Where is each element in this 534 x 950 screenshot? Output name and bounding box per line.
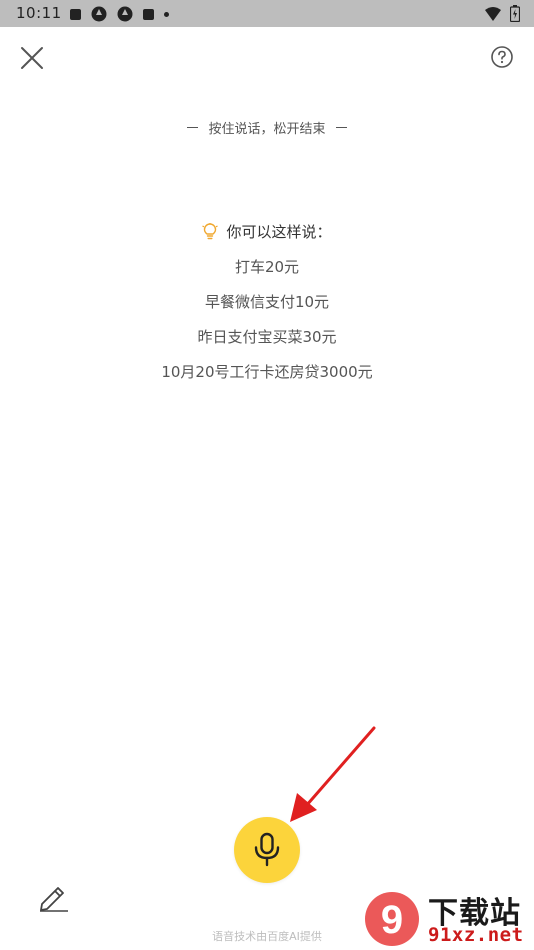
site-watermark: 9 下载站 91xz.net — [364, 888, 534, 950]
voice-record-button[interactable] — [234, 817, 300, 883]
close-button[interactable] — [18, 44, 46, 72]
press-to-talk-hint: 按住说话，松开结束 — [0, 118, 534, 137]
manual-edit-button[interactable] — [38, 880, 70, 912]
notification-square-icon — [143, 8, 154, 20]
status-time: 10:11 — [16, 4, 62, 22]
suggestions-title-text: 你可以这样说： — [226, 223, 332, 241]
suggestion-item: 打车20元 — [234, 258, 300, 276]
suggestion-list: 打车20元 早餐微信支付10元 昨日支付宝买菜30元 10月20号工行卡还房贷3… — [0, 256, 534, 396]
notification-square-icon — [70, 8, 81, 20]
battery-icon — [510, 5, 520, 22]
lightbulb-icon — [202, 222, 219, 239]
shutter-icon — [91, 6, 107, 22]
suggestion-item: 昨日支付宝买菜30元 — [197, 328, 337, 346]
suggestion-item: 早餐微信支付10元 — [204, 293, 330, 311]
hint-text: 按住说话，松开结束 — [208, 122, 326, 137]
help-button[interactable] — [490, 45, 514, 69]
watermark-url: 91xz.net — [428, 924, 524, 946]
more-notifications-dot-icon — [164, 11, 169, 17]
close-icon — [21, 47, 43, 69]
help-question-icon — [491, 46, 513, 68]
hint-dash-right — [335, 126, 347, 129]
microphone-icon — [254, 832, 280, 867]
hint-dash-left — [187, 126, 199, 129]
shutter-icon — [117, 6, 133, 22]
suggestions-title: 你可以这样说： — [0, 221, 534, 242]
watermark-logo: 9 — [365, 892, 419, 946]
pencil-icon — [40, 887, 68, 912]
wifi-icon — [485, 6, 501, 21]
status-bar: 10:11 — [0, 0, 534, 27]
annotation-arrow — [290, 726, 376, 822]
suggestion-item: 10月20号工行卡还房贷3000元 — [161, 363, 373, 381]
watermark-logo-text: 9 — [381, 898, 403, 942]
notification-icons — [70, 6, 169, 22]
system-icons — [484, 5, 520, 22]
